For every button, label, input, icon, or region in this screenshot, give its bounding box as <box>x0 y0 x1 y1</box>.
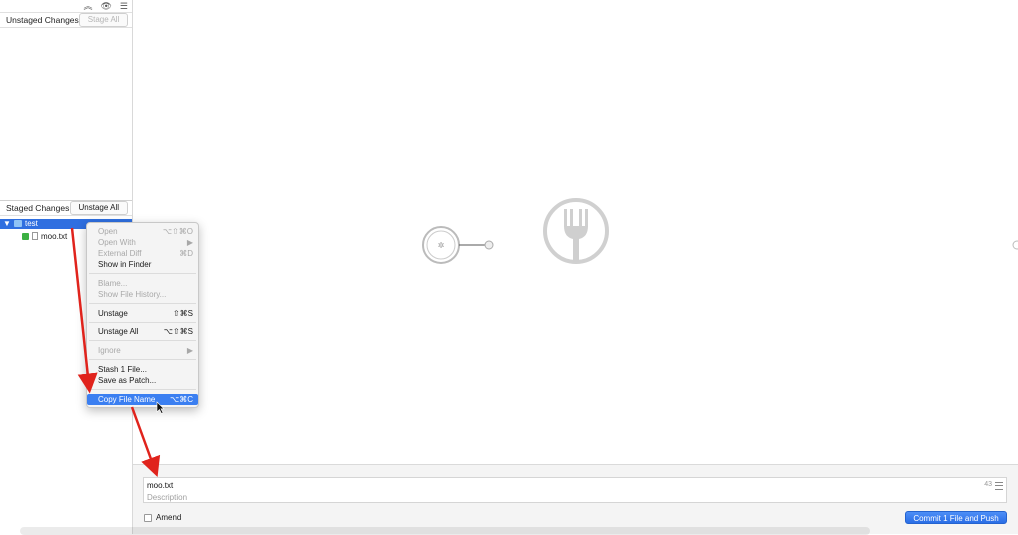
commit-message-box: 43 <box>143 477 1007 503</box>
fork-logo-icon <box>543 198 609 264</box>
commit-panel: 43 Amend Commit 1 File and Push <box>133 464 1018 534</box>
char-count: 43 <box>984 481 992 488</box>
unstaged-header: Unstaged Changes Stage All <box>0 12 132 28</box>
unstaged-title: Unstaged Changes <box>6 15 79 25</box>
menu-separator <box>89 273 196 274</box>
menu-item-copy-file-name[interactable]: Copy File Name ⌥⌘C <box>87 394 198 405</box>
graph-canvas: ✲ <box>422 198 1018 264</box>
submenu-arrow-icon: ▶ <box>186 346 193 355</box>
menu-item-unstage-all[interactable]: Unstage All ⌥⇧⌘S <box>87 326 198 337</box>
menu-icon[interactable]: ☰ <box>120 0 128 12</box>
head-node[interactable] <box>484 240 494 250</box>
folder-icon <box>14 220 22 227</box>
added-status-icon <box>22 232 29 240</box>
edge-node <box>1012 240 1018 250</box>
commit-graph: ✲ <box>133 0 1018 464</box>
amend-row[interactable]: Amend <box>144 513 181 522</box>
folder-name: test <box>25 219 38 228</box>
menu-separator <box>89 322 196 323</box>
disclosure-triangle-icon[interactable]: ▼ <box>3 219 11 229</box>
unstage-all-button[interactable]: Unstage All <box>69 201 128 215</box>
menu-item-save-as-patch[interactable]: Save as Patch... <box>87 375 198 386</box>
amend-label: Amend <box>156 513 182 522</box>
staged-header: Staged Changes Unstage All <box>0 200 132 216</box>
menu-item-open[interactable]: Open ⌥⇧⌘O <box>87 226 198 237</box>
commit-and-push-button[interactable]: Commit 1 File and Push <box>905 511 1007 524</box>
menu-separator <box>89 303 196 304</box>
menu-item-stash-file[interactable]: Stash 1 File... <box>87 364 198 375</box>
stage-all-button[interactable]: Stage All <box>78 13 129 27</box>
uncommitted-node[interactable]: ✲ <box>422 226 460 264</box>
file-context-menu: Open ⌥⇧⌘O Open With ▶ External Diff ⌘D Show… <box>86 222 199 408</box>
eye-icon[interactable]: 👁 <box>100 0 111 12</box>
file-icon <box>32 232 38 240</box>
menu-separator <box>89 340 196 341</box>
amend-checkbox[interactable] <box>144 513 152 522</box>
tree-file-row[interactable]: moo.txt <box>22 231 67 241</box>
svg-text:✲: ✲ <box>438 241 445 250</box>
message-template-icon[interactable] <box>995 482 1003 490</box>
menu-separator <box>89 389 196 390</box>
commit-summary-input[interactable] <box>147 480 967 491</box>
menu-separator <box>89 359 196 360</box>
menu-item-show-in-finder[interactable]: Show in Finder <box>87 259 198 270</box>
submenu-arrow-icon: ▶ <box>186 238 193 247</box>
menu-item-show-file-history[interactable]: Show File History... <box>87 289 198 300</box>
collapse-icon[interactable]: ︽ <box>83 0 92 12</box>
menu-item-unstage[interactable]: Unstage ⇧⌘S <box>87 308 198 319</box>
menu-item-open-with[interactable]: Open With ▶ <box>87 237 198 248</box>
menu-item-external-diff[interactable]: External Diff ⌘D <box>87 248 198 259</box>
sidebar-toolbar: ︽ 👁 ☰ <box>83 0 128 12</box>
file-name: moo.txt <box>41 231 68 241</box>
menu-item-ignore[interactable]: Ignore ▶ <box>87 345 198 356</box>
menu-item-blame[interactable]: Blame... <box>87 278 198 289</box>
commit-description-input[interactable] <box>147 492 987 502</box>
staged-title: Staged Changes <box>6 203 70 213</box>
